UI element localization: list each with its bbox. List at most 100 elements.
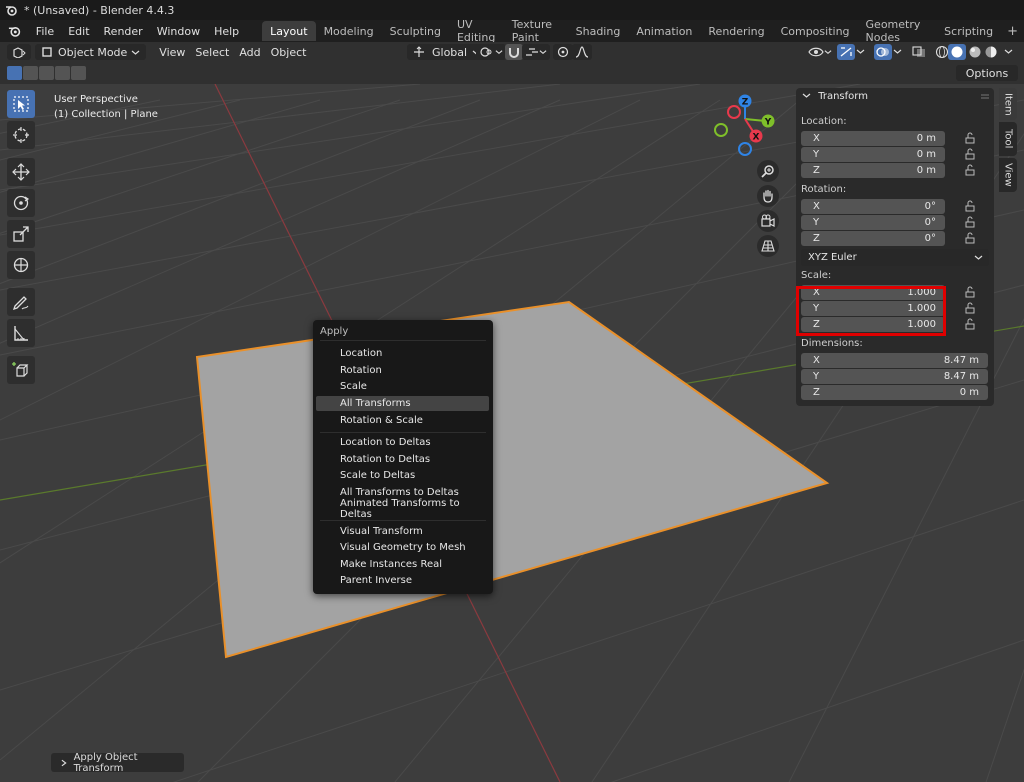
menu-add[interactable]: Add [234, 44, 265, 60]
snap-target-dropdown[interactable] [522, 44, 550, 60]
camera-view-button[interactable] [757, 210, 779, 232]
apply-rotation-item[interactable]: Rotation [316, 363, 489, 378]
tab-rendering[interactable]: Rendering [700, 21, 772, 41]
orientation-dropdown[interactable]: Global [407, 44, 487, 60]
tab-sculpting[interactable]: Sculpting [382, 21, 449, 41]
chevron-down-icon[interactable] [1004, 47, 1013, 56]
pan-button[interactable] [757, 185, 779, 207]
apply-parent-inverse-item[interactable]: Parent Inverse [316, 573, 489, 588]
apply-scale-to-deltas-item[interactable]: Scale to Deltas [316, 468, 489, 483]
tab-tool[interactable]: Tool [999, 122, 1017, 156]
shading-solid-button[interactable] [948, 44, 966, 60]
lock-icon[interactable] [964, 164, 976, 176]
apply-all-transforms-item[interactable]: All Transforms [316, 396, 489, 411]
tab-item[interactable]: Item [999, 88, 1017, 120]
lock-icon[interactable] [964, 200, 976, 212]
apply-scale-item[interactable]: Scale [316, 379, 489, 394]
menu-file[interactable]: File [29, 25, 61, 38]
location-z-field[interactable]: Z 0 m [801, 163, 945, 178]
menu-object[interactable]: Object [266, 44, 312, 60]
gizmo-neg-x-axis[interactable] [727, 105, 741, 119]
visibility-dropdown[interactable] [806, 44, 834, 60]
tab-scripting[interactable]: Scripting [936, 21, 1001, 41]
pivot-point-dropdown[interactable] [476, 44, 506, 60]
rotation-y-field[interactable]: Y 0° [801, 215, 945, 230]
tool-scale[interactable] [7, 220, 35, 248]
menu-select[interactable]: Select [190, 44, 234, 60]
mode-dropdown[interactable]: Object Mode [35, 44, 147, 60]
lock-icon[interactable] [964, 232, 976, 244]
gizmo-toggle[interactable] [837, 44, 855, 60]
select-extend-button[interactable] [23, 66, 38, 80]
menu-window[interactable]: Window [150, 25, 207, 38]
apply-animated-transforms-to-deltas-item[interactable]: Animated Transforms to Deltas [316, 498, 489, 520]
menu-edit[interactable]: Edit [61, 25, 96, 38]
add-workspace-button[interactable]: + [1001, 21, 1024, 41]
tab-shading[interactable]: Shading [568, 21, 629, 41]
tool-cursor[interactable] [7, 121, 35, 149]
lock-icon[interactable] [964, 318, 976, 330]
snap-toggle[interactable] [505, 44, 523, 60]
lock-icon[interactable] [964, 216, 976, 228]
menu-help[interactable]: Help [207, 25, 246, 38]
tab-compositing[interactable]: Compositing [773, 21, 858, 41]
options-dropdown[interactable]: Options [956, 65, 1018, 81]
apply-location-to-deltas-item[interactable]: Location to Deltas [316, 435, 489, 450]
navigation-gizmo[interactable]: Z Y X [710, 92, 780, 158]
tab-uv-editing[interactable]: UV Editing [449, 18, 504, 44]
xray-toggle[interactable] [910, 44, 928, 60]
apply-make-instances-real-item[interactable]: Make Instances Real [316, 557, 489, 572]
tool-transform[interactable] [7, 251, 35, 279]
dimensions-y-field[interactable]: Y 8.47 m [801, 369, 988, 384]
tool-select-box[interactable] [7, 90, 35, 118]
tool-move[interactable] [7, 158, 35, 186]
lock-icon[interactable] [964, 148, 976, 160]
transform-panel-header[interactable]: Transform [802, 91, 868, 102]
menu-view[interactable]: View [154, 44, 190, 60]
plane-mesh[interactable] [195, 300, 830, 659]
tool-measure[interactable] [7, 319, 35, 347]
rotation-x-field[interactable]: X 0° [801, 199, 945, 214]
apply-visual-geometry-to-mesh-item[interactable]: Visual Geometry to Mesh [316, 540, 489, 555]
lock-icon[interactable] [964, 302, 976, 314]
proportional-edit-toggle[interactable] [553, 44, 573, 60]
last-operator-panel[interactable]: Apply Object Transform [51, 752, 184, 774]
dimensions-z-field[interactable]: Z 0 m [801, 385, 988, 400]
tab-modeling[interactable]: Modeling [316, 21, 382, 41]
apply-visual-transform-item[interactable]: Visual Transform [316, 524, 489, 539]
rotation-z-field[interactable]: Z 0° [801, 231, 945, 246]
lock-icon[interactable] [964, 286, 976, 298]
tab-view[interactable]: View [999, 158, 1017, 192]
tab-geometry-nodes[interactable]: Geometry Nodes [858, 18, 937, 44]
chevron-down-icon[interactable] [893, 47, 902, 56]
blender-menu-icon[interactable] [8, 24, 21, 38]
select-set-new-button[interactable] [7, 66, 22, 80]
toggle-perspective-button[interactable] [757, 235, 779, 257]
tool-rotate[interactable] [7, 189, 35, 217]
tab-layout[interactable]: Layout [262, 21, 316, 41]
select-invert-button[interactable] [55, 66, 70, 80]
rotation-mode-dropdown[interactable]: XYZ Euler [801, 249, 989, 266]
select-intersect-button[interactable] [71, 66, 86, 80]
chevron-down-icon[interactable] [856, 47, 865, 56]
gizmo-neg-z-axis[interactable] [738, 142, 752, 156]
menu-render[interactable]: Render [97, 25, 150, 38]
drag-handle-icon[interactable] [980, 93, 990, 101]
overlays-toggle[interactable] [874, 44, 892, 60]
tab-texture-paint[interactable]: Texture Paint [504, 18, 568, 44]
editor-type-button[interactable] [7, 44, 31, 60]
lock-icon[interactable] [964, 132, 976, 144]
apply-rotation-to-deltas-item[interactable]: Rotation to Deltas [316, 452, 489, 467]
location-y-field[interactable]: Y 0 m [801, 147, 945, 162]
shading-rendered-button[interactable] [982, 44, 1000, 60]
zoom-button[interactable] [757, 160, 779, 182]
dimensions-x-field[interactable]: X 8.47 m [801, 353, 988, 368]
select-subtract-button[interactable] [39, 66, 54, 80]
falloff-dropdown[interactable] [572, 44, 592, 60]
gizmo-neg-y-axis[interactable] [714, 123, 728, 137]
tool-add-cube[interactable] [7, 356, 35, 384]
location-x-field[interactable]: X 0 m [801, 131, 945, 146]
tab-animation[interactable]: Animation [628, 21, 700, 41]
apply-location-item[interactable]: Location [316, 346, 489, 361]
tool-annotate[interactable] [7, 288, 35, 316]
